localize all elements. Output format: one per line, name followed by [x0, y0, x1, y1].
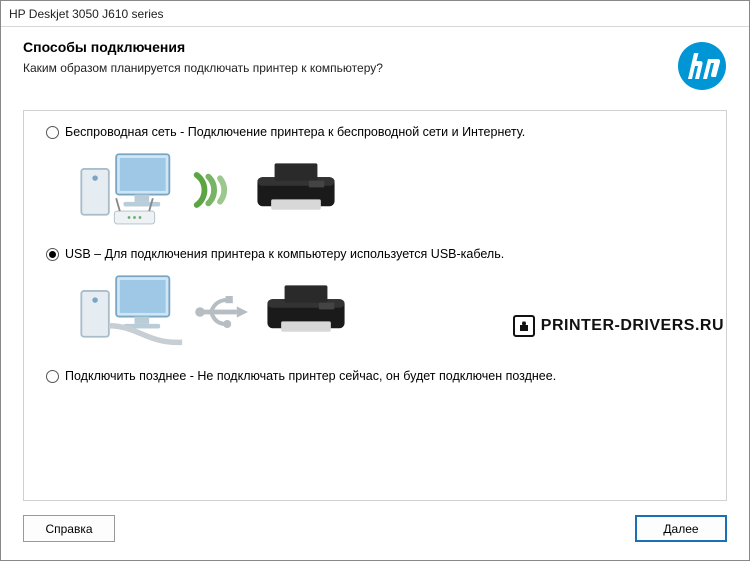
radio-later[interactable]: Подключить позднее - Не подключать принт…	[46, 369, 704, 383]
option-label: Беспроводная сеть - Подключение принтера…	[65, 125, 525, 139]
computer-icon	[74, 269, 184, 355]
header: Способы подключения Каким образом планир…	[1, 27, 749, 106]
watermark-text: PRINTER-DRIVERS.RU	[541, 317, 724, 335]
option-later: Подключить позднее - Не подключать принт…	[46, 369, 704, 383]
printer-icon	[246, 160, 346, 220]
radio-icon	[46, 126, 59, 139]
option-wireless: Беспроводная сеть - Подключение принтера…	[46, 125, 704, 233]
header-text: Способы подключения Каким образом планир…	[23, 39, 657, 75]
radio-wireless[interactable]: Беспроводная сеть - Подключение принтера…	[46, 125, 704, 139]
usb-illustration: PRINTER-DRIVERS.RU	[74, 269, 704, 355]
page-subtitle: Каким образом планируется подключать при…	[23, 61, 657, 75]
footer: Справка Далее	[1, 501, 749, 560]
radio-icon	[46, 370, 59, 383]
titlebar: HP Deskjet 3050 J610 series	[1, 1, 749, 27]
radio-icon	[46, 248, 59, 261]
option-label: Подключить позднее - Не подключать принт…	[65, 369, 556, 383]
option-label: USB – Для подключения принтера к компьют…	[65, 247, 504, 261]
hp-logo-icon	[677, 41, 727, 96]
option-usb: USB – Для подключения принтера к компьют…	[46, 247, 704, 355]
page-title: Способы подключения	[23, 39, 657, 55]
installer-window: HP Deskjet 3050 J610 series Способы подк…	[0, 0, 750, 561]
next-button[interactable]: Далее	[635, 515, 727, 542]
window-title: HP Deskjet 3050 J610 series	[9, 7, 164, 21]
radio-usb[interactable]: USB – Для подключения принтера к компьют…	[46, 247, 704, 261]
wifi-waves-icon	[190, 165, 240, 215]
computer-icon	[74, 147, 184, 233]
wireless-illustration	[74, 147, 704, 233]
printer-icon	[256, 282, 356, 342]
content-panel: Беспроводная сеть - Подключение принтера…	[23, 110, 727, 501]
watermark: PRINTER-DRIVERS.RU	[513, 315, 724, 337]
usb-icon	[190, 292, 250, 332]
help-button[interactable]: Справка	[23, 515, 115, 542]
